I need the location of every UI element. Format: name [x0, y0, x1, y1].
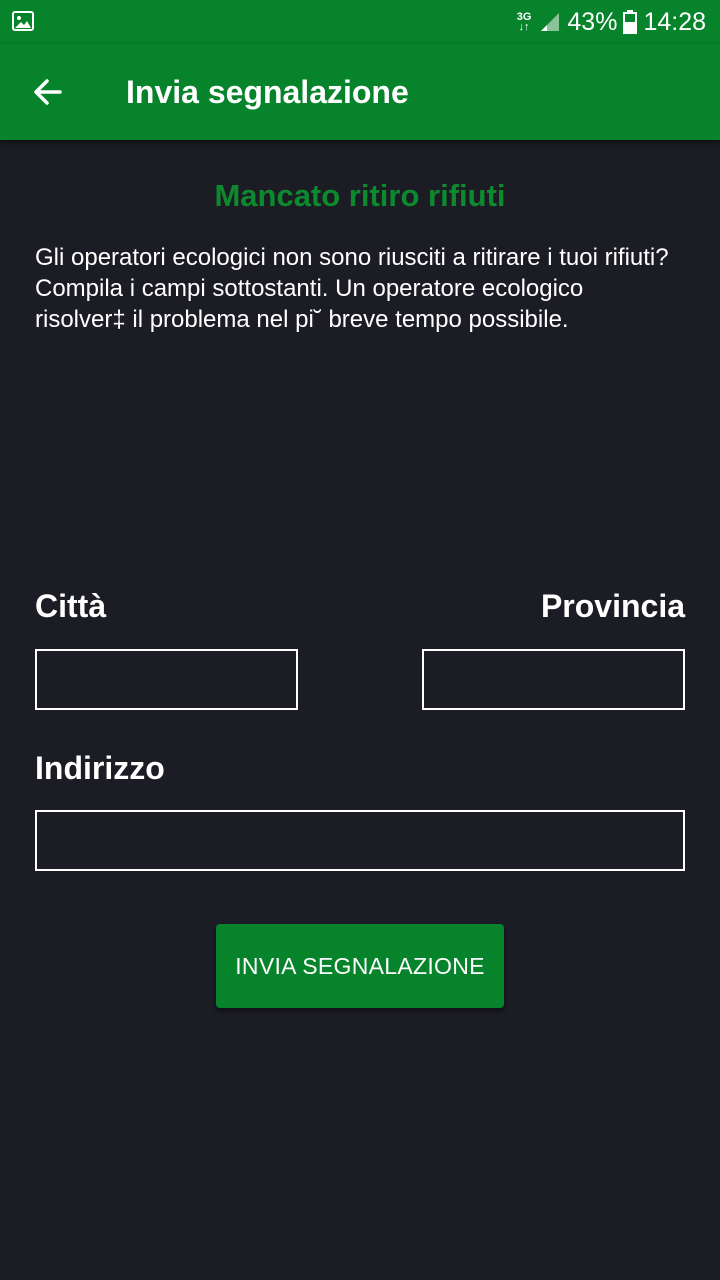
indirizzo-input[interactable] — [35, 810, 685, 871]
provincia-input[interactable] — [422, 649, 685, 710]
clock: 14:28 — [643, 7, 706, 36]
app-bar: Invia segnalazione — [0, 44, 720, 140]
indirizzo-label: Indirizzo — [35, 750, 165, 786]
status-indicators: 3G ↓↑ 43% 14:28 — [517, 0, 706, 44]
submit-report-button[interactable]: INVIA SEGNALAZIONE — [216, 924, 504, 1008]
section-heading: Mancato ritiro rifiuti — [214, 178, 506, 213]
arrow-left-icon — [34, 79, 62, 105]
citta-label: Città — [35, 588, 107, 624]
status-bar: 3G ↓↑ 43% 14:28 — [0, 0, 720, 44]
signal-icon — [541, 13, 560, 31]
battery-icon — [623, 10, 638, 34]
provincia-label: Provincia — [540, 588, 685, 624]
description-text: Gli operatori ecologici non sono riuscit… — [35, 244, 669, 333]
citta-input[interactable] — [35, 649, 298, 710]
gallery-icon — [12, 11, 34, 31]
back-button[interactable] — [22, 66, 74, 118]
battery-percent: 43% — [567, 7, 618, 36]
page-title: Invia segnalazione — [126, 74, 409, 110]
data-arrows-icon: 3G ↓↑ — [516, 11, 532, 33]
network-type: 3G — [516, 11, 532, 23]
